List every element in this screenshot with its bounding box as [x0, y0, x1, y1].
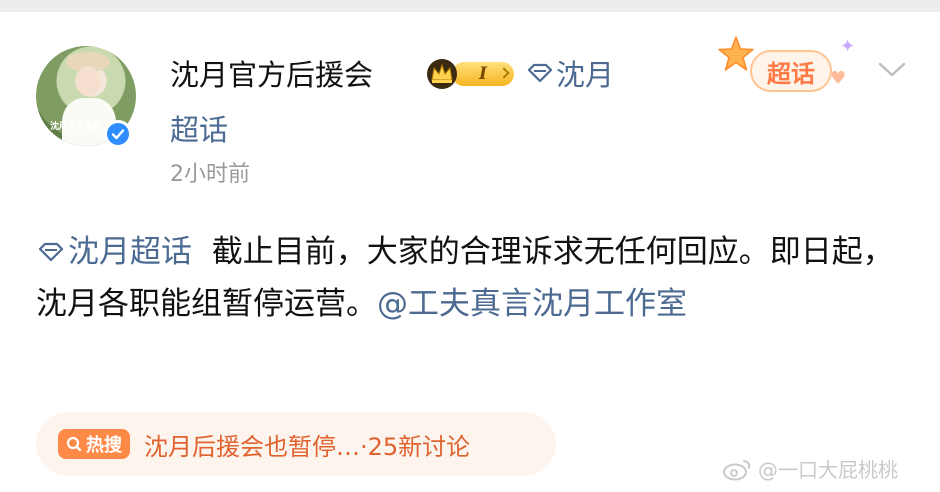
weibo-logo-icon	[723, 459, 751, 480]
top-divider	[0, 0, 940, 12]
topic-tag-label: 沈月	[556, 58, 615, 92]
content-topic-label: 沈月超话	[68, 234, 192, 270]
diamond-icon	[527, 63, 553, 83]
diamond-icon	[38, 242, 64, 262]
search-icon	[66, 436, 82, 452]
sparkle-icon: ✦	[840, 36, 856, 57]
avatar-caption: 沈月个人信息	[50, 122, 102, 132]
mention-link[interactable]: @工夫真言沈月工作室	[377, 286, 687, 322]
watermark-text: @一口大屁桃桃	[758, 458, 898, 482]
fan-level-badge[interactable]: I	[426, 58, 516, 90]
post-timestamp: 2小时前	[170, 162, 250, 187]
author-name[interactable]: 沈月官方后援会	[170, 52, 373, 94]
hot-search-badge: 热搜	[58, 429, 130, 459]
post-content: 沈月超话 截止目前，大家的合理诉求无任何回应。即日起，沈月各职能组暂停运营。@工…	[36, 226, 896, 330]
chaohua-button[interactable]: 超话 ✦ ♥	[712, 32, 862, 102]
chaohua-label: 超话	[750, 50, 832, 92]
verified-icon	[104, 120, 132, 148]
hot-search-badge-label: 热搜	[86, 435, 122, 456]
avatar-face	[76, 66, 100, 96]
hot-search-bar[interactable]: 热搜 沈月后援会也暂停…·25新讨论	[36, 412, 556, 476]
topic-tag-suffix[interactable]: 超话	[170, 107, 228, 149]
crown-icon	[427, 59, 457, 89]
watermark: @一口大屁桃桃	[722, 454, 898, 483]
heart-icon: ♥	[830, 68, 847, 89]
hot-search-text: 沈月后援会也暂停…·25新讨论	[144, 432, 471, 461]
author-topic-link[interactable]: 沈月	[526, 52, 614, 94]
chevron-down-icon[interactable]	[876, 60, 908, 80]
content-topic-link[interactable]: 沈月超话	[36, 234, 192, 270]
